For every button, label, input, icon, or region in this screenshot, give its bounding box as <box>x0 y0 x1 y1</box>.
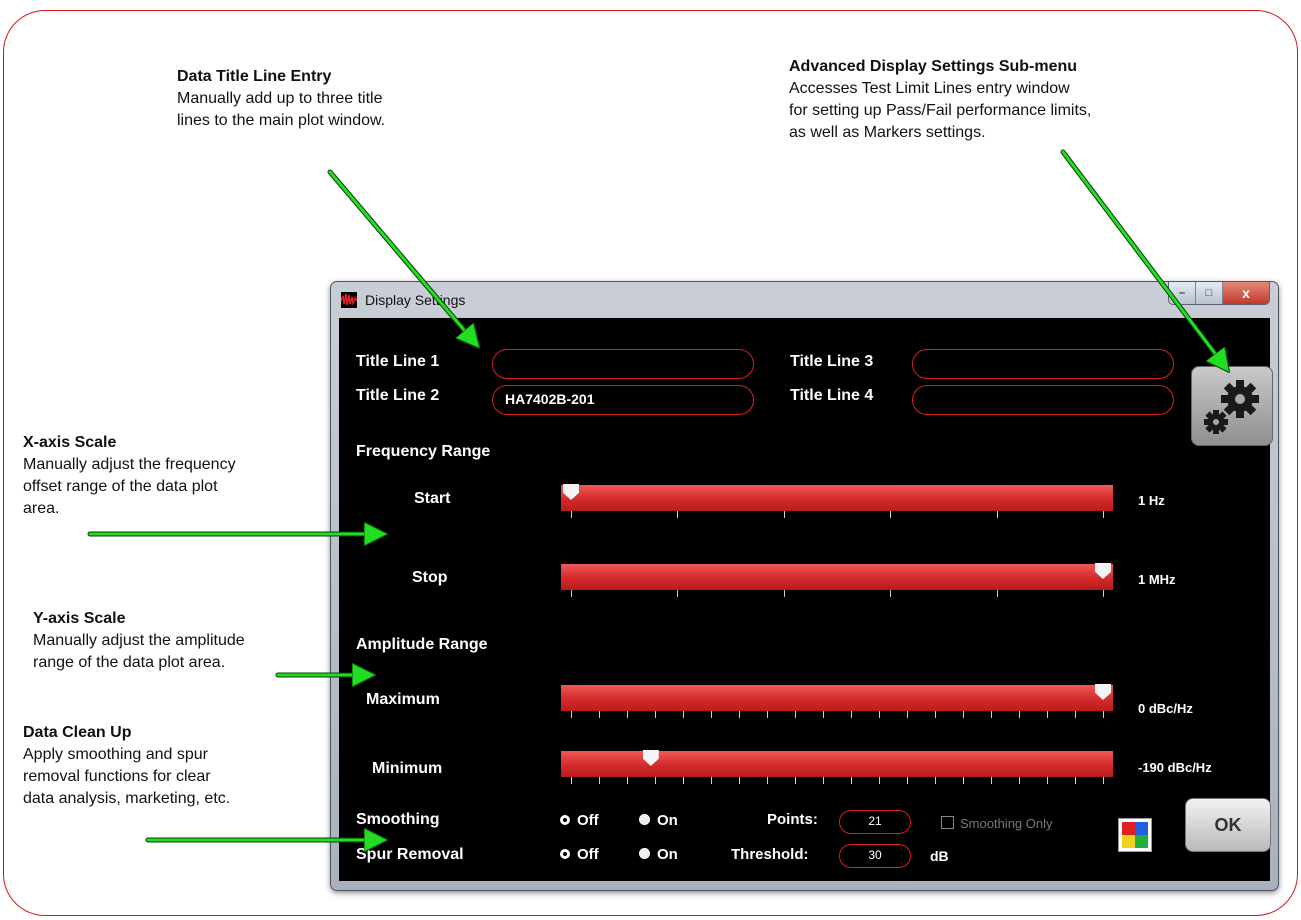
annotation-arrows <box>87 149 1301 920</box>
arrow-advanced <box>1061 150 1226 368</box>
arrow-data-title <box>328 170 476 344</box>
